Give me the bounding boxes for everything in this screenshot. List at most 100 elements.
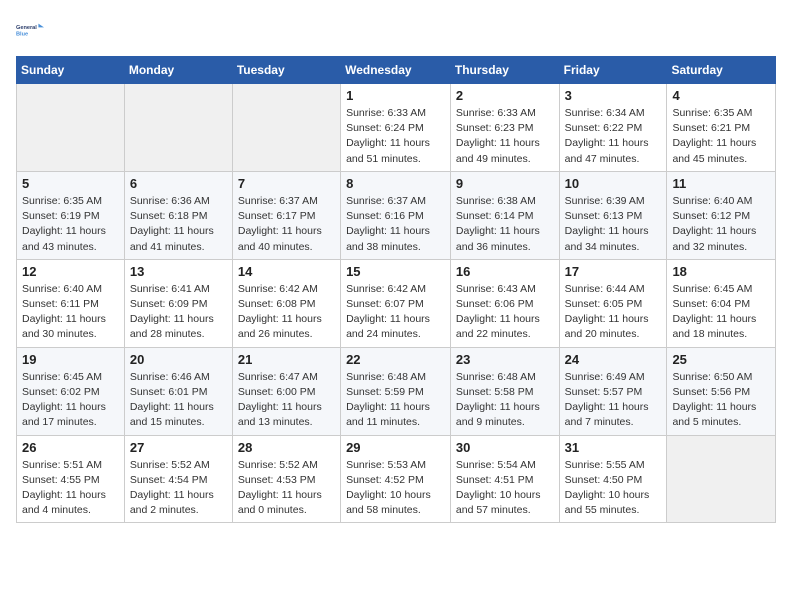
calendar-cell: 18 Sunrise: 6:45 AMSunset: 6:04 PMDayligh… <box>667 259 776 347</box>
column-header-sunday: Sunday <box>17 57 125 84</box>
day-info: Sunrise: 6:46 AMSunset: 6:01 PMDaylight:… <box>130 370 227 431</box>
logo-icon: GeneralBlue <box>16 16 44 44</box>
calendar-cell: 19 Sunrise: 6:45 AMSunset: 6:02 PMDayligh… <box>17 347 125 435</box>
day-info: Sunrise: 6:45 AMSunset: 6:04 PMDaylight:… <box>672 282 770 343</box>
calendar-cell: 7 Sunrise: 6:37 AMSunset: 6:17 PMDaylight… <box>232 171 340 259</box>
day-info: Sunrise: 6:34 AMSunset: 6:22 PMDaylight:… <box>565 106 662 167</box>
calendar-cell: 22Sunrise: 6:48 AMSunset: 5:59 PMDayligh… <box>341 347 451 435</box>
day-number: 18 <box>672 264 770 279</box>
calendar-cell: 12 Sunrise: 6:40 AMSunset: 6:11 PMDayligh… <box>17 259 125 347</box>
calendar-cell: 9 Sunrise: 6:38 AMSunset: 6:14 PMDaylight… <box>450 171 559 259</box>
calendar-cell: 2 Sunrise: 6:33 AMSunset: 6:23 PMDaylight… <box>450 84 559 172</box>
day-number: 23 <box>456 352 554 367</box>
day-number: 13 <box>130 264 227 279</box>
day-number: 6 <box>130 176 227 191</box>
day-number: 1 <box>346 88 445 103</box>
day-number: 17 <box>565 264 662 279</box>
day-number: 26 <box>22 440 119 455</box>
day-number: 16 <box>456 264 554 279</box>
day-number: 12 <box>22 264 119 279</box>
day-number: 14 <box>238 264 335 279</box>
day-number: 4 <box>672 88 770 103</box>
calendar-week-row: 12 Sunrise: 6:40 AMSunset: 6:11 PMDayligh… <box>17 259 776 347</box>
day-number: 3 <box>565 88 662 103</box>
calendar-cell: 3 Sunrise: 6:34 AMSunset: 6:22 PMDaylight… <box>559 84 667 172</box>
calendar-week-row: 5Sunrise: 6:35 AMSunset: 6:19 PMDaylight… <box>17 171 776 259</box>
calendar-cell: 11 Sunrise: 6:40 AMSunset: 6:12 PMDayligh… <box>667 171 776 259</box>
day-info: Sunrise: 6:43 AMSunset: 6:06 PMDaylight:… <box>456 282 554 343</box>
day-number: 7 <box>238 176 335 191</box>
calendar-cell: 24Sunrise: 6:49 AMSunset: 5:57 PMDayligh… <box>559 347 667 435</box>
calendar-cell: 28 Sunrise: 5:52 AMSunset: 4:53 PMDayligh… <box>232 435 340 523</box>
day-info: Sunrise: 6:45 AMSunset: 6:02 PMDaylight:… <box>22 370 119 431</box>
day-number: 19 <box>22 352 119 367</box>
day-info: Sunrise: 6:37 AMSunset: 6:17 PMDaylight:… <box>238 194 335 255</box>
day-info: Sunrise: 5:52 AMSunset: 4:54 PMDaylight:… <box>130 458 227 519</box>
calendar-cell: 21Sunrise: 6:47 AMSunset: 6:00 PMDayligh… <box>232 347 340 435</box>
day-number: 30 <box>456 440 554 455</box>
calendar-cell: 4Sunrise: 6:35 AMSunset: 6:21 PMDaylight… <box>667 84 776 172</box>
day-info: Sunrise: 6:40 AMSunset: 6:11 PMDaylight:… <box>22 282 119 343</box>
calendar-cell <box>667 435 776 523</box>
day-info: Sunrise: 6:41 AMSunset: 6:09 PMDaylight:… <box>130 282 227 343</box>
day-number: 25 <box>672 352 770 367</box>
calendar-cell: 27 Sunrise: 5:52 AMSunset: 4:54 PMDayligh… <box>124 435 232 523</box>
calendar-cell: 16 Sunrise: 6:43 AMSunset: 6:06 PMDayligh… <box>450 259 559 347</box>
page-header: GeneralBlue <box>16 16 776 44</box>
day-info: Sunrise: 6:42 AMSunset: 6:08 PMDaylight:… <box>238 282 335 343</box>
day-number: 20 <box>130 352 227 367</box>
calendar-cell: 23Sunrise: 6:48 AMSunset: 5:58 PMDayligh… <box>450 347 559 435</box>
calendar-cell: 29Sunrise: 5:53 AMSunset: 4:52 PMDayligh… <box>341 435 451 523</box>
calendar-week-row: 1Sunrise: 6:33 AMSunset: 6:24 PMDaylight… <box>17 84 776 172</box>
column-header-thursday: Thursday <box>450 57 559 84</box>
day-info: Sunrise: 6:49 AMSunset: 5:57 PMDaylight:… <box>565 370 662 431</box>
svg-text:General: General <box>16 25 37 31</box>
calendar-header-row: SundayMondayTuesdayWednesdayThursdayFrid… <box>17 57 776 84</box>
day-info: Sunrise: 6:47 AMSunset: 6:00 PMDaylight:… <box>238 370 335 431</box>
column-header-saturday: Saturday <box>667 57 776 84</box>
day-number: 28 <box>238 440 335 455</box>
day-info: Sunrise: 6:42 AMSunset: 6:07 PMDaylight:… <box>346 282 445 343</box>
day-number: 10 <box>565 176 662 191</box>
day-number: 27 <box>130 440 227 455</box>
day-number: 2 <box>456 88 554 103</box>
day-info: Sunrise: 6:50 AMSunset: 5:56 PMDaylight:… <box>672 370 770 431</box>
calendar-cell: 20 Sunrise: 6:46 AMSunset: 6:01 PMDayligh… <box>124 347 232 435</box>
day-number: 15 <box>346 264 445 279</box>
day-number: 9 <box>456 176 554 191</box>
calendar-cell: 14 Sunrise: 6:42 AMSunset: 6:08 PMDayligh… <box>232 259 340 347</box>
day-info: Sunrise: 6:48 AMSunset: 5:59 PMDaylight:… <box>346 370 445 431</box>
calendar-cell <box>232 84 340 172</box>
day-info: Sunrise: 5:53 AMSunset: 4:52 PMDaylight:… <box>346 458 445 519</box>
day-number: 5 <box>22 176 119 191</box>
column-header-tuesday: Tuesday <box>232 57 340 84</box>
calendar-cell: 5Sunrise: 6:35 AMSunset: 6:19 PMDaylight… <box>17 171 125 259</box>
day-info: Sunrise: 6:36 AMSunset: 6:18 PMDaylight:… <box>130 194 227 255</box>
calendar-cell <box>124 84 232 172</box>
calendar-cell: 13 Sunrise: 6:41 AMSunset: 6:09 PMDayligh… <box>124 259 232 347</box>
calendar-cell: 25 Sunrise: 6:50 AMSunset: 5:56 PMDayligh… <box>667 347 776 435</box>
calendar-week-row: 19 Sunrise: 6:45 AMSunset: 6:02 PMDayligh… <box>17 347 776 435</box>
day-number: 31 <box>565 440 662 455</box>
logo: GeneralBlue <box>16 16 44 44</box>
calendar-cell: 6 Sunrise: 6:36 AMSunset: 6:18 PMDaylight… <box>124 171 232 259</box>
calendar-table: SundayMondayTuesdayWednesdayThursdayFrid… <box>16 56 776 523</box>
day-info: Sunrise: 6:39 AMSunset: 6:13 PMDaylight:… <box>565 194 662 255</box>
day-info: Sunrise: 6:37 AMSunset: 6:16 PMDaylight:… <box>346 194 445 255</box>
day-number: 11 <box>672 176 770 191</box>
column-header-monday: Monday <box>124 57 232 84</box>
day-info: Sunrise: 5:55 AMSunset: 4:50 PMDaylight:… <box>565 458 662 519</box>
calendar-cell: 10 Sunrise: 6:39 AMSunset: 6:13 PMDayligh… <box>559 171 667 259</box>
column-header-friday: Friday <box>559 57 667 84</box>
day-info: Sunrise: 6:38 AMSunset: 6:14 PMDaylight:… <box>456 194 554 255</box>
calendar-cell: 17 Sunrise: 6:44 AMSunset: 6:05 PMDayligh… <box>559 259 667 347</box>
day-info: Sunrise: 6:33 AMSunset: 6:23 PMDaylight:… <box>456 106 554 167</box>
calendar-cell: 31 Sunrise: 5:55 AMSunset: 4:50 PMDayligh… <box>559 435 667 523</box>
day-info: Sunrise: 5:54 AMSunset: 4:51 PMDaylight:… <box>456 458 554 519</box>
calendar-cell: 30 Sunrise: 5:54 AMSunset: 4:51 PMDayligh… <box>450 435 559 523</box>
day-info: Sunrise: 5:52 AMSunset: 4:53 PMDaylight:… <box>238 458 335 519</box>
day-info: Sunrise: 6:44 AMSunset: 6:05 PMDaylight:… <box>565 282 662 343</box>
day-info: Sunrise: 6:40 AMSunset: 6:12 PMDaylight:… <box>672 194 770 255</box>
calendar-cell: 8Sunrise: 6:37 AMSunset: 6:16 PMDaylight… <box>341 171 451 259</box>
calendar-cell <box>17 84 125 172</box>
